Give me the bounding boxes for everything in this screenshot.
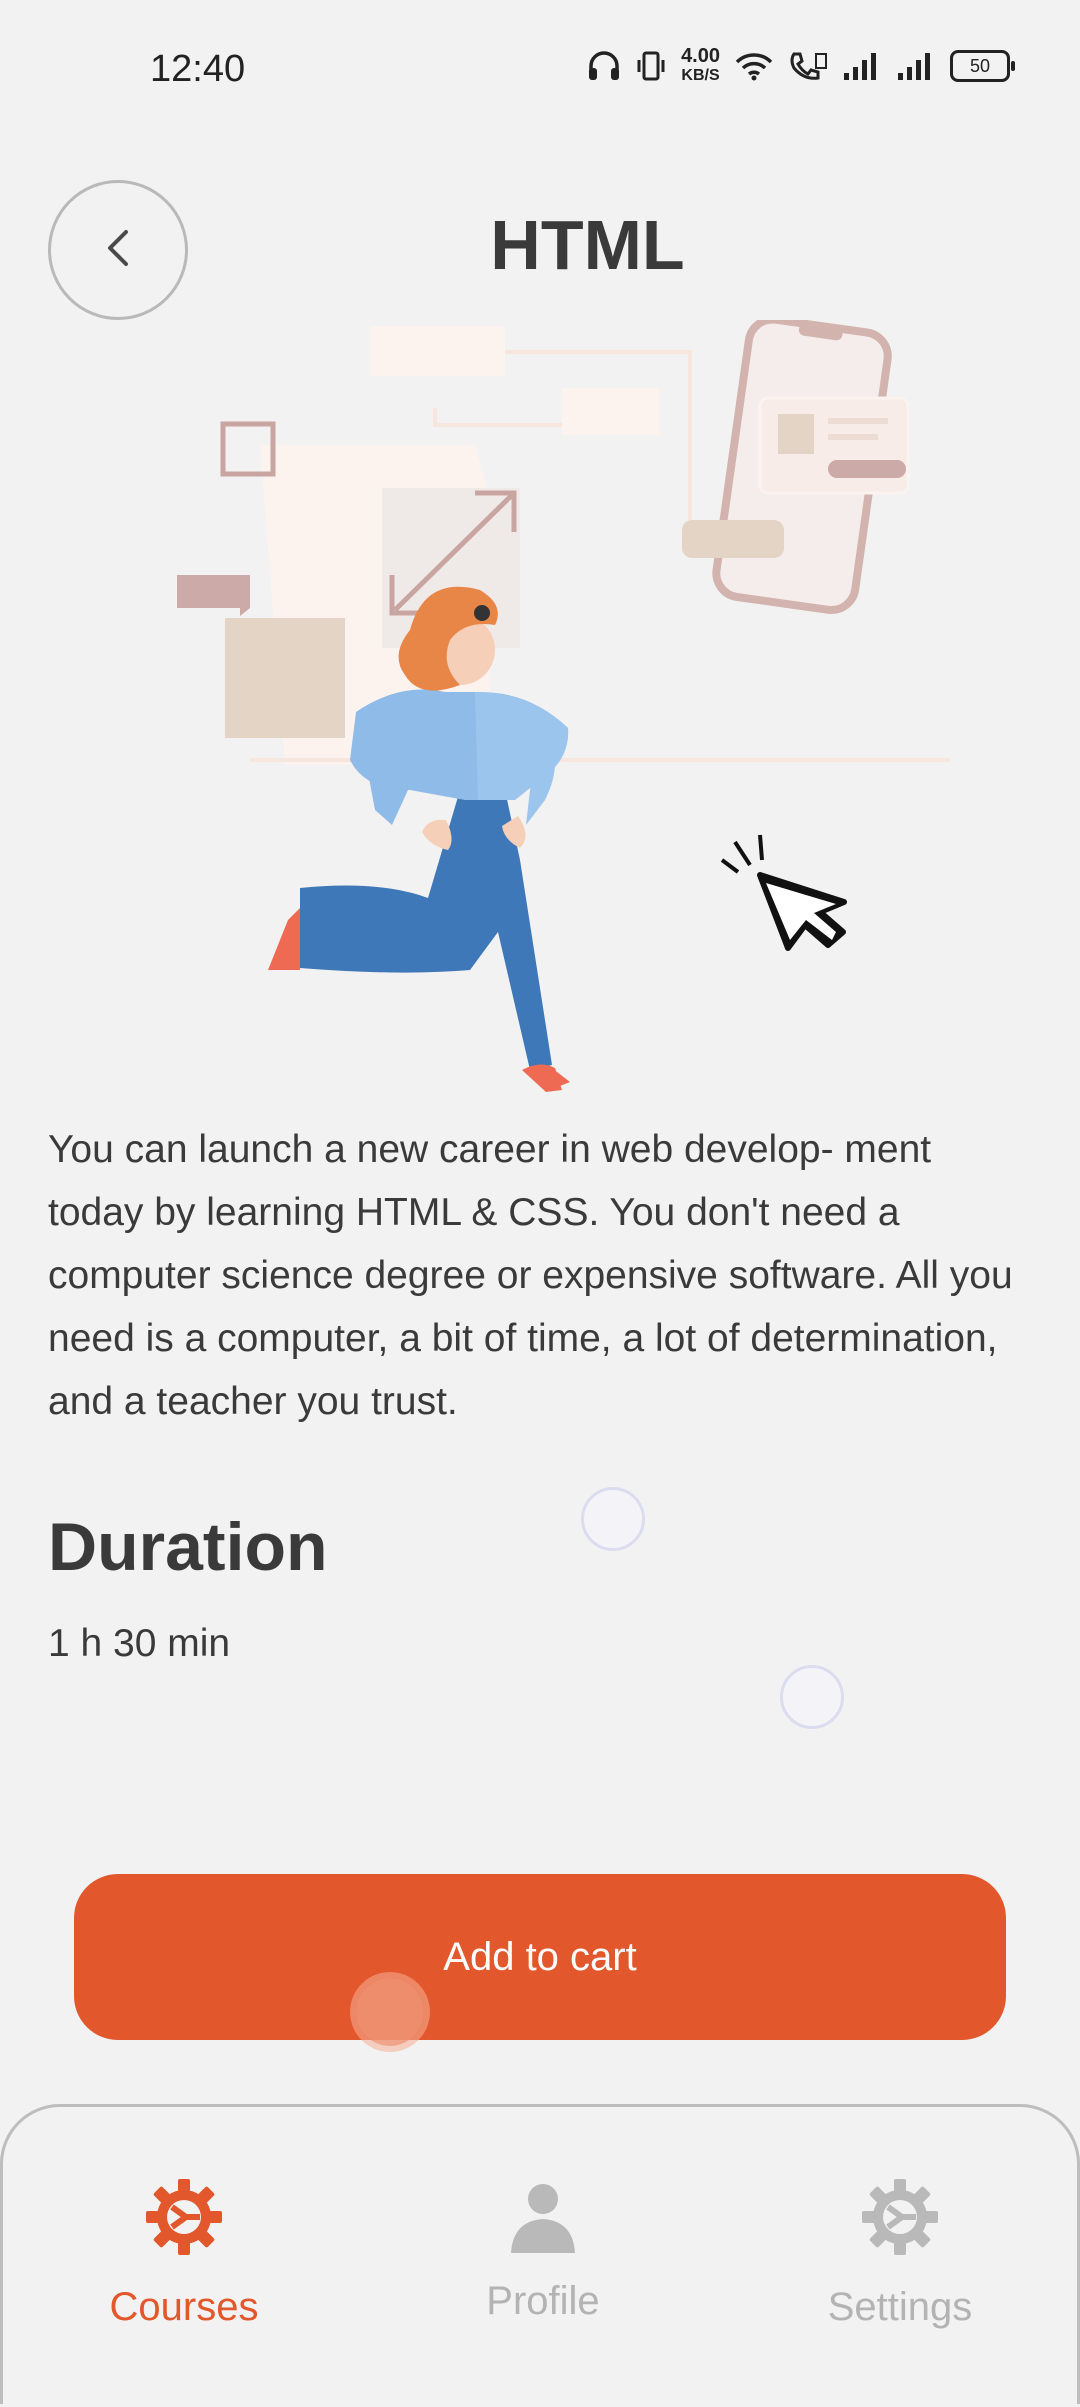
signal-icon	[896, 51, 936, 81]
vibrate-icon	[635, 50, 667, 82]
add-to-cart-button[interactable]: Add to cart	[74, 1874, 1006, 2040]
battery-icon: 50	[950, 50, 1015, 82]
duration-value: 1 h 30 min	[48, 1622, 231, 1665]
nav-item-settings[interactable]: Settings	[750, 2107, 1050, 2407]
description-line: You can launch a new career in web devel…	[48, 1128, 932, 1171]
nav-label-settings: Settings	[827, 2285, 973, 2329]
add-to-cart-label: Add to cart	[443, 1934, 637, 1979]
status-bar: 12:40 4.00 KB/S 50	[0, 0, 1080, 140]
net-speed-value: 4.00	[681, 45, 720, 67]
net-speed-unit: KB/S	[681, 67, 720, 84]
gear-icon	[144, 2177, 224, 2257]
nav-item-profile[interactable]: Profile	[393, 2107, 693, 2407]
status-icons: 4.00 KB/S 50	[587, 46, 1015, 86]
wifi-icon	[734, 51, 774, 81]
gear-icon	[860, 2177, 940, 2257]
status-time: 12:40	[150, 48, 246, 90]
nav-label-profile: Profile	[486, 2279, 600, 2323]
course-illustration	[160, 315, 960, 1100]
description-line: and a teacher you trust.	[48, 1380, 458, 1423]
duration-title: Duration	[48, 1509, 328, 1585]
description-line: need is a computer, a bit of time, a lot…	[48, 1317, 998, 1360]
course-description: You can launch a new career in web devel…	[48, 1118, 1080, 1433]
signal-icon	[842, 51, 882, 81]
page-title: HTML	[490, 206, 685, 284]
description-line: today by learning HTML & CSS. You don't …	[48, 1191, 900, 1234]
touch-indicator	[356, 1978, 424, 2046]
touch-indicator	[581, 1487, 645, 1551]
touch-indicator	[780, 1665, 844, 1729]
bottom-nav: Courses Profile Settings	[0, 2104, 1080, 2404]
person-icon	[503, 2177, 583, 2257]
volte-call-icon	[788, 50, 828, 82]
description-line: computer science degree or expensive sof…	[48, 1254, 1013, 1297]
nav-label-courses: Courses	[109, 2285, 259, 2329]
nav-item-courses[interactable]: Courses	[34, 2107, 334, 2407]
net-speed: 4.00 KB/S	[681, 46, 720, 86]
headphones-icon	[587, 50, 621, 82]
